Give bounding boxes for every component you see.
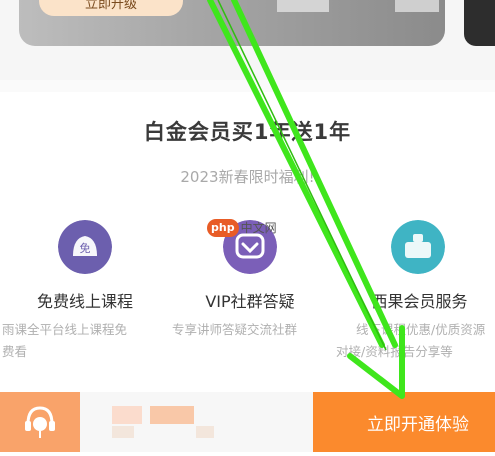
annotation-arrow [207, 0, 405, 399]
